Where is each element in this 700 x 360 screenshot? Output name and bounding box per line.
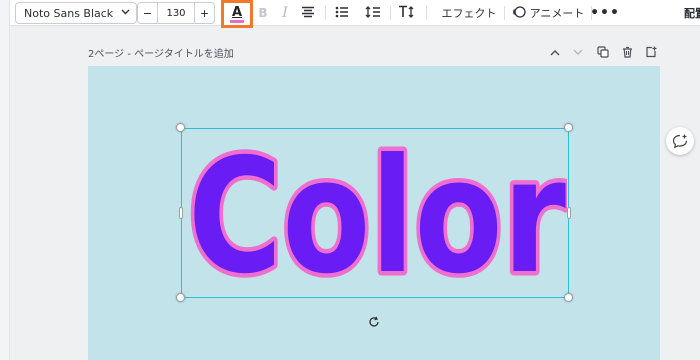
editor-root: Noto Sans Black − 130 + A B I エフェクト アニメー…	[0, 0, 700, 360]
align-center-icon	[301, 6, 315, 21]
page-title[interactable]: 2ページ - ページタイトルを追加	[88, 45, 234, 60]
decrease-size-button[interactable]: −	[138, 3, 158, 23]
line-spacing-icon	[365, 5, 381, 21]
text-color-swatch	[230, 19, 244, 23]
chevron-down-icon[interactable]	[571, 45, 585, 59]
italic-button[interactable]: I	[278, 0, 292, 26]
resize-handle-left[interactable]	[179, 207, 183, 219]
animate-icon	[512, 5, 526, 22]
left-panel-edge	[0, 0, 10, 360]
more-options-button[interactable]: •••	[590, 0, 619, 26]
chevron-down-icon	[121, 8, 130, 18]
selection-frame	[181, 128, 569, 298]
font-size-stepper: − 130 +	[137, 2, 215, 24]
text-color-button[interactable]: A	[221, 0, 253, 28]
toolbar-divider	[504, 6, 505, 20]
add-page-icon[interactable]	[644, 45, 658, 59]
resize-handle-bottom-right[interactable]	[564, 293, 573, 302]
add-comment-icon[interactable]	[666, 127, 694, 155]
spacing-button[interactable]	[363, 0, 383, 26]
list-button[interactable]	[332, 0, 352, 26]
resize-handle-bottom-left[interactable]	[176, 293, 185, 302]
resize-handle-top-left[interactable]	[176, 123, 185, 132]
font-family-select[interactable]: Noto Sans Black	[15, 2, 137, 24]
font-size-input[interactable]: 130	[158, 3, 194, 23]
increase-size-button[interactable]: +	[194, 3, 214, 23]
rotate-icon[interactable]	[367, 315, 381, 329]
animate-label: アニメート	[529, 7, 585, 20]
resize-handle-right[interactable]	[567, 207, 571, 219]
toolbar-divider	[325, 6, 326, 20]
align-button[interactable]	[298, 0, 318, 26]
resize-handle-top-right[interactable]	[564, 123, 573, 132]
text-color-letter: A	[231, 4, 243, 20]
bullet-list-icon	[335, 6, 349, 21]
duplicate-page-icon[interactable]	[596, 45, 610, 59]
trash-icon[interactable]	[620, 45, 634, 59]
font-family-label: Noto Sans Black	[24, 6, 114, 20]
effects-button[interactable]: エフェクト	[437, 0, 501, 26]
bold-button[interactable]: B	[256, 0, 270, 26]
text-size-icon	[398, 5, 416, 21]
position-button[interactable]: 配置	[684, 0, 700, 26]
animate-button[interactable]: アニメート	[508, 0, 588, 26]
text-toolbar: Noto Sans Black − 130 + A B I エフェクト アニメー…	[10, 0, 700, 28]
toolbar-divider	[390, 6, 391, 20]
toolbar-divider	[426, 6, 427, 20]
text-size-adjust-button[interactable]	[397, 0, 417, 26]
chevron-up-icon[interactable]	[548, 45, 562, 59]
